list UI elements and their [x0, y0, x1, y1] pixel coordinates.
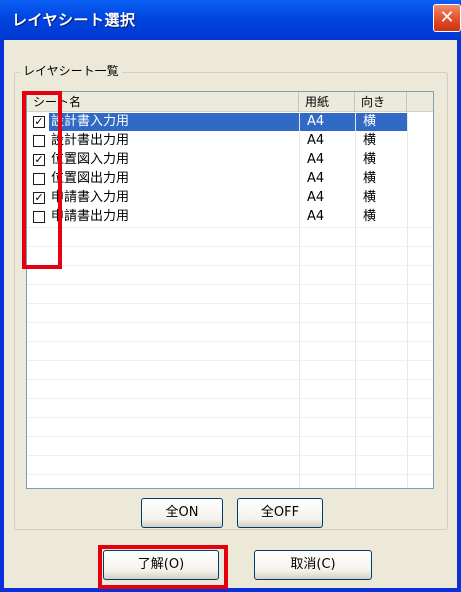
- row-direction: 横: [363, 152, 377, 167]
- row-direction: 横: [363, 171, 377, 186]
- row-checkbox[interactable]: ✓: [33, 116, 45, 128]
- row-sheet-name: 位置図入力用: [51, 152, 130, 167]
- list-row[interactable]: 設計書出力用 A4 横: [27, 132, 433, 150]
- row-sheet-name: 設計書出力用: [51, 133, 130, 148]
- list-row[interactable]: ✓ 位置図入力用 A4 横: [27, 151, 433, 169]
- grid-line: [27, 360, 433, 361]
- grid-line: [27, 341, 433, 342]
- grid-line: [27, 322, 433, 323]
- dialog-window: レイヤシート選択 ✕ レイヤシート一覧 シート名 用紙 向き ✓ 設計書入力用 A4…: [0, 0, 461, 592]
- row-direction: 横: [363, 133, 377, 148]
- all-on-button[interactable]: 全ON: [141, 498, 223, 528]
- title-bar[interactable]: レイヤシート選択 ✕: [0, 0, 461, 40]
- all-off-button[interactable]: 全OFF: [237, 498, 323, 528]
- grid-line: [27, 398, 433, 399]
- row-checkbox[interactable]: [33, 211, 45, 223]
- grid-line: [27, 246, 433, 247]
- grid-line: [27, 436, 433, 437]
- grid-line: [407, 112, 408, 488]
- row-sheet-name: 位置図出力用: [51, 171, 130, 186]
- grid-line: [27, 379, 433, 380]
- grid-line: [27, 303, 433, 304]
- column-header-direction[interactable]: 向き: [355, 92, 407, 112]
- row-paper: A4: [299, 113, 355, 131]
- layer-sheet-list[interactable]: シート名 用紙 向き ✓ 設計書入力用 A4 横設計書出力用 A4 横 ✓ 位置図入力用 A4 横…: [26, 91, 434, 489]
- column-header-paper[interactable]: 用紙: [299, 92, 355, 112]
- grid-line: [27, 417, 433, 418]
- grid-line: [27, 265, 433, 266]
- row-paper: A4: [307, 209, 325, 224]
- close-icon: ✕: [439, 7, 455, 28]
- dialog-body: レイヤシート一覧 シート名 用紙 向き ✓ 設計書入力用 A4 横設計書出力用 A4 横 ✓…: [4, 40, 457, 588]
- row-direction: 横: [363, 190, 377, 205]
- list-row[interactable]: 位置図出力用 A4 横: [27, 170, 433, 188]
- row-checkbox[interactable]: ✓: [33, 154, 45, 166]
- list-row[interactable]: ✓ 設計書入力用 A4 横: [27, 113, 433, 131]
- grid-line: [299, 112, 300, 488]
- cancel-button[interactable]: 取消(C): [254, 550, 372, 580]
- row-paper: A4: [307, 133, 325, 148]
- row-sheet-name: 設計書入力用: [49, 113, 299, 131]
- row-sheet-name: 申請書入力用: [51, 190, 130, 205]
- list-header: シート名 用紙 向き: [27, 92, 433, 112]
- row-paper: A4: [307, 152, 325, 167]
- grid-line: [27, 227, 433, 228]
- grid-line: [27, 474, 433, 475]
- grid-line: [27, 455, 433, 456]
- dialog-title: レイヤシート選択: [12, 11, 136, 29]
- close-button[interactable]: ✕: [433, 4, 461, 32]
- row-direction: 横: [355, 113, 407, 131]
- ok-button[interactable]: 了解(O): [103, 550, 219, 580]
- list-row[interactable]: ✓ 申請書入力用 A4 横: [27, 189, 433, 207]
- row-direction: 横: [363, 209, 377, 224]
- row-paper: A4: [307, 171, 325, 186]
- row-sheet-name: 申請書出力用: [51, 209, 130, 224]
- row-checkbox[interactable]: ✓: [33, 192, 45, 204]
- row-checkbox[interactable]: [33, 135, 45, 147]
- column-header-sheet-name[interactable]: シート名: [27, 92, 299, 112]
- grid-line: [27, 284, 433, 285]
- row-checkbox[interactable]: [33, 173, 45, 185]
- row-paper: A4: [307, 190, 325, 205]
- group-label: レイヤシート一覧: [20, 62, 122, 79]
- grid-line: [355, 112, 356, 488]
- list-row[interactable]: 申請書出力用 A4 横: [27, 208, 433, 226]
